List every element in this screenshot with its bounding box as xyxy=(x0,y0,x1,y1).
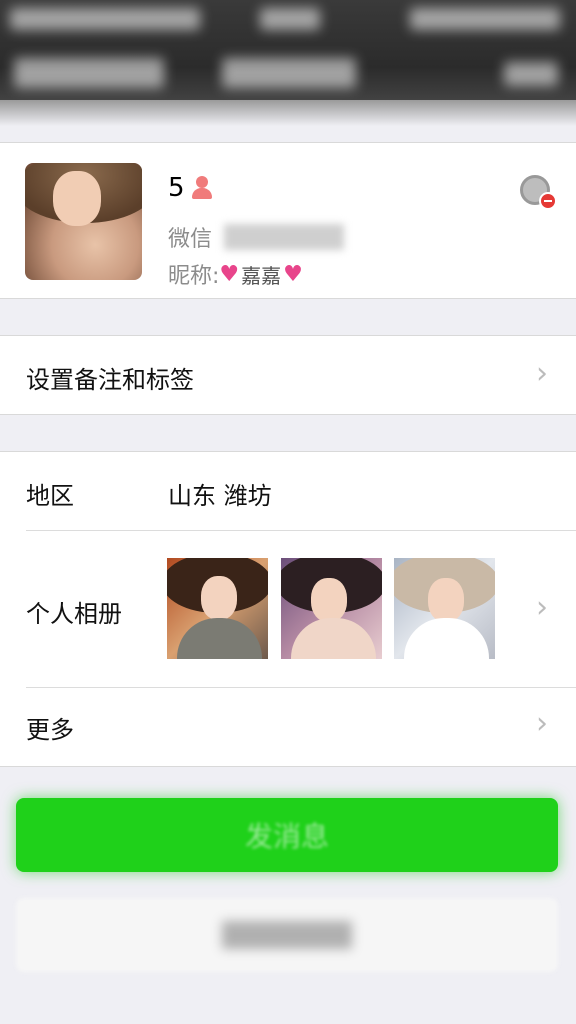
album-photo-2[interactable] xyxy=(281,558,382,659)
profile-card: 5 微信 昵称: ♥ 嘉嘉 ♥ xyxy=(0,142,576,299)
remark-label: 设置备注和标签 xyxy=(26,366,194,394)
divider xyxy=(26,530,576,531)
wechat-id-row: 微信 xyxy=(168,221,345,253)
top-navigation-bar-blurred xyxy=(0,0,576,112)
pink-heart-icon: ♥ xyxy=(219,261,240,287)
avatar[interactable] xyxy=(25,163,142,280)
pink-heart-icon: ♥ xyxy=(283,261,303,287)
wechat-id-value-blurred xyxy=(224,224,345,250)
album-label: 个人相册 xyxy=(26,600,122,628)
video-call-button-blurred[interactable] xyxy=(16,898,558,972)
more-label: 更多 xyxy=(26,716,74,744)
chevron-right-icon: › xyxy=(536,590,548,625)
page-title-blur xyxy=(222,58,356,88)
video-call-label-blurred xyxy=(222,921,352,949)
album-photo-1[interactable] xyxy=(167,558,268,659)
contact-name: 5 xyxy=(168,173,185,203)
nickname-row: 昵称: ♥ 嘉嘉 ♥ xyxy=(168,258,303,290)
block-contact-icon[interactable] xyxy=(520,175,557,210)
chevron-right-icon: › xyxy=(536,706,548,741)
nickname-value: 嘉嘉 xyxy=(241,263,282,288)
divider xyxy=(26,687,576,688)
status-bar-indicators-blur xyxy=(410,8,560,30)
status-bar-time-blur xyxy=(260,8,320,30)
menu-button-blur[interactable] xyxy=(504,62,558,86)
top-bar-shadow xyxy=(0,100,576,126)
nickname-label: 昵称: xyxy=(168,264,220,289)
female-user-icon xyxy=(191,176,213,200)
info-section: 地区 山东 潍坊 个人相册 › 更多 › xyxy=(0,451,576,767)
remark-and-tags-row[interactable]: 设置备注和标签 › xyxy=(0,335,576,415)
send-message-button[interactable]: 发消息 xyxy=(16,798,558,872)
region-value: 山东 潍坊 xyxy=(168,482,272,510)
name-row: 5 xyxy=(168,173,213,203)
chevron-right-icon: › xyxy=(536,356,548,391)
album-photo-3[interactable] xyxy=(394,558,495,659)
minus-badge-icon xyxy=(539,192,557,210)
status-bar-blur xyxy=(10,8,200,30)
avatar-face xyxy=(53,171,101,226)
back-button-blur[interactable] xyxy=(14,58,164,88)
send-message-label: 发消息 xyxy=(244,820,329,853)
region-label: 地区 xyxy=(26,482,74,510)
wechat-id-label: 微信 xyxy=(168,227,213,252)
